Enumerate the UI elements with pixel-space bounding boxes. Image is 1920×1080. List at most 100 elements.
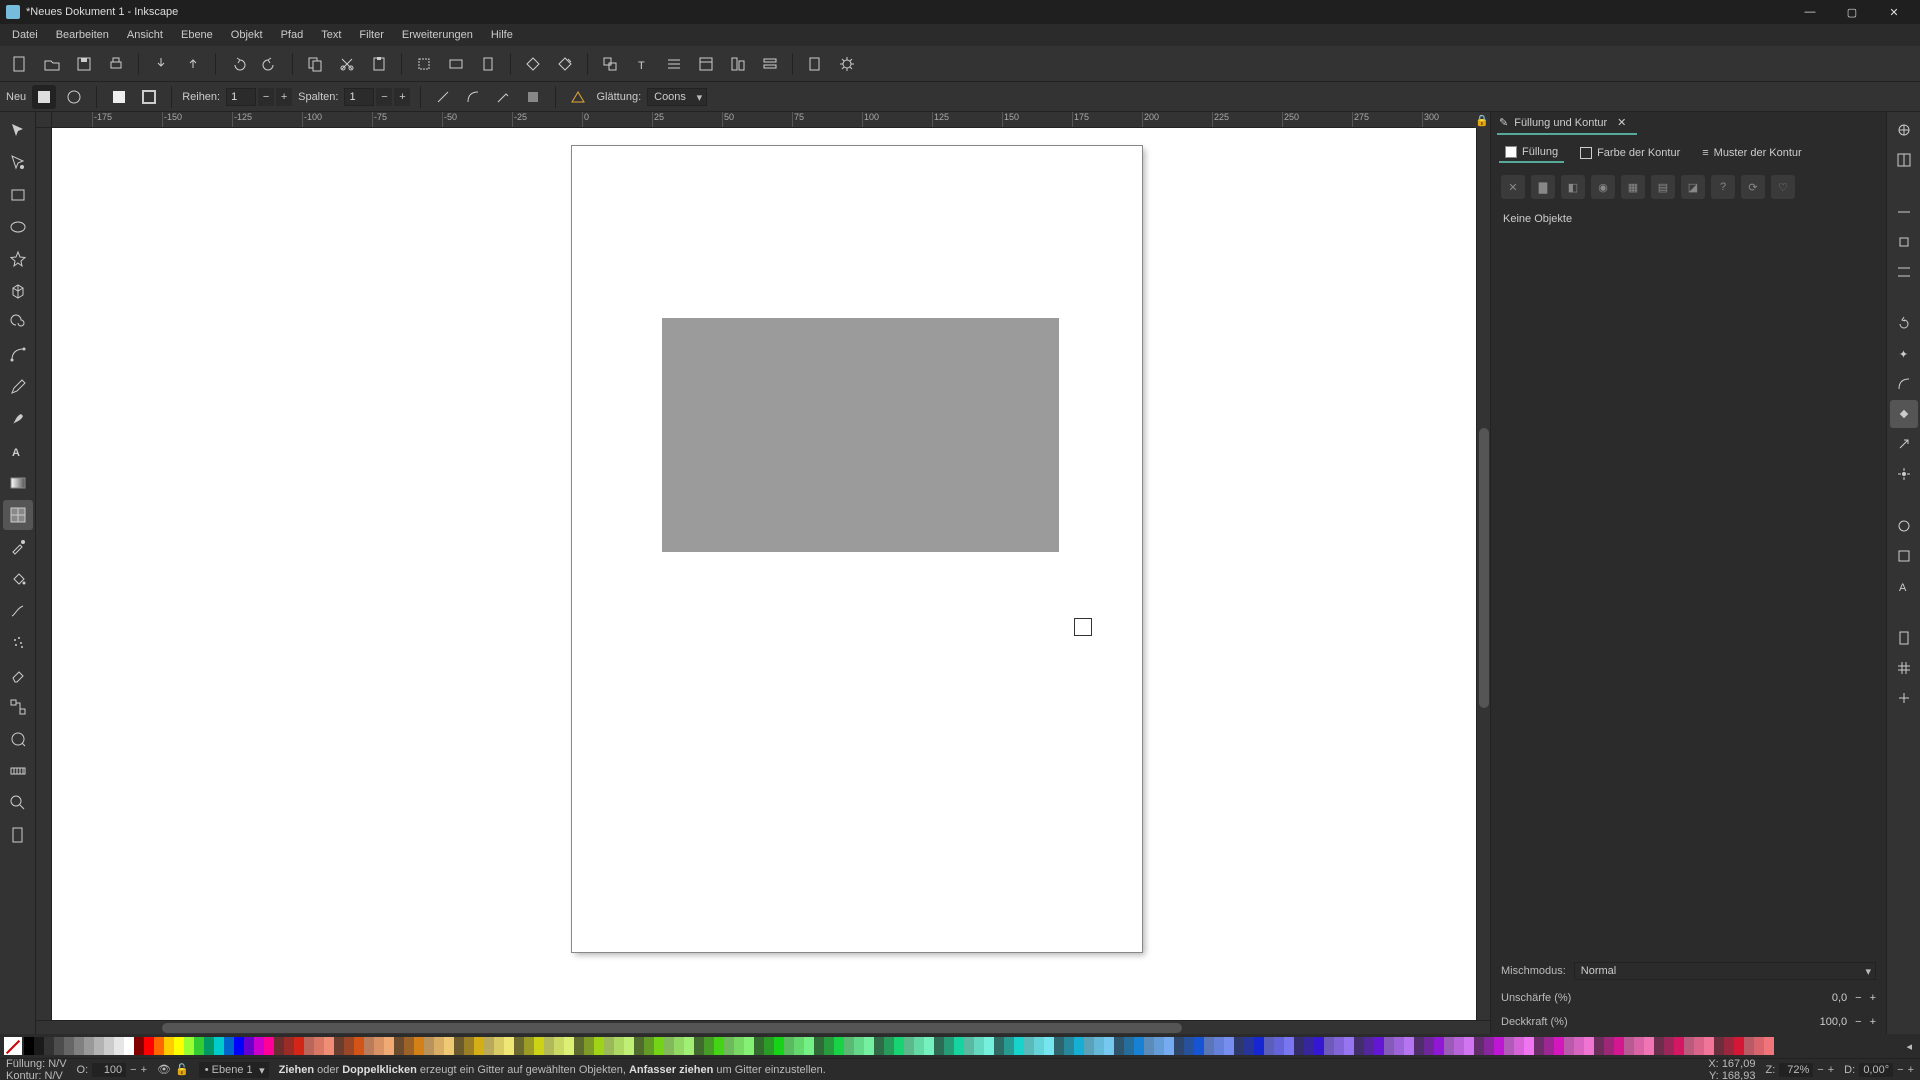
palette-swatch[interactable]: [704, 1037, 714, 1055]
status-opacity-plus[interactable]: +: [141, 1064, 147, 1076]
palette-swatch[interactable]: [464, 1037, 474, 1055]
menu-datei[interactable]: Datei: [4, 27, 46, 43]
palette-swatch[interactable]: [1054, 1037, 1064, 1055]
edit-curve-button[interactable]: [461, 85, 485, 109]
paint-unknown-button[interactable]: ?: [1711, 175, 1735, 199]
palette-swatch[interactable]: [1114, 1037, 1124, 1055]
palette-swatch[interactable]: [44, 1037, 54, 1055]
palette-swatch[interactable]: [984, 1037, 994, 1055]
undo-button[interactable]: [224, 50, 252, 78]
palette-swatch[interactable]: [1274, 1037, 1284, 1055]
palette-swatch[interactable]: [1064, 1037, 1074, 1055]
palette-swatch[interactable]: [844, 1037, 854, 1055]
palette-swatch[interactable]: [1564, 1037, 1574, 1055]
tool-eraser[interactable]: [3, 660, 33, 690]
palette-swatch[interactable]: [1074, 1037, 1084, 1055]
palette-swatch[interactable]: [1164, 1037, 1174, 1055]
status-opacity-value[interactable]: 100: [92, 1063, 126, 1077]
palette-swatch[interactable]: [1714, 1037, 1724, 1055]
mesh-type-square-button[interactable]: [32, 85, 56, 109]
strip-grid-button[interactable]: [1890, 654, 1918, 682]
strip-snap2-button[interactable]: [1890, 228, 1918, 256]
strip-star-snap-button[interactable]: ✦: [1890, 340, 1918, 368]
palette-swatch[interactable]: [544, 1037, 554, 1055]
palette-swatch[interactable]: [64, 1037, 74, 1055]
palette-swatch[interactable]: [484, 1037, 494, 1055]
tool-measure[interactable]: [3, 756, 33, 786]
palette-swatch[interactable]: [1334, 1037, 1344, 1055]
blur-minus[interactable]: −: [1855, 992, 1861, 1004]
palette-swatch[interactable]: [1014, 1037, 1024, 1055]
paste-button[interactable]: [365, 50, 393, 78]
selectors-button[interactable]: [756, 50, 784, 78]
save-button[interactable]: [70, 50, 98, 78]
paint-flat-button[interactable]: ▇: [1531, 175, 1555, 199]
duplicate-button[interactable]: [519, 50, 547, 78]
palette-swatch[interactable]: [1024, 1037, 1034, 1055]
palette-swatch[interactable]: [1244, 1037, 1254, 1055]
palette-swatch[interactable]: [1174, 1037, 1184, 1055]
palette-swatch[interactable]: [1314, 1037, 1324, 1055]
tool-spiral[interactable]: [3, 308, 33, 338]
palette-swatch[interactable]: [774, 1037, 784, 1055]
subtab-stroke-paint[interactable]: Farbe der Kontur: [1574, 143, 1686, 163]
palette-swatch[interactable]: [1694, 1037, 1704, 1055]
palette-swatch[interactable]: [754, 1037, 764, 1055]
palette-swatch[interactable]: [254, 1037, 264, 1055]
palette-swatch[interactable]: [354, 1037, 364, 1055]
palette-swatch[interactable]: [934, 1037, 944, 1055]
palette-swatch[interactable]: [1004, 1037, 1014, 1055]
palette-swatch[interactable]: [1614, 1037, 1624, 1055]
palette-swatch[interactable]: [1654, 1037, 1664, 1055]
menu-ebene[interactable]: Ebene: [173, 27, 221, 43]
paint-heart-button[interactable]: ♡: [1771, 175, 1795, 199]
preferences-button[interactable]: [833, 50, 861, 78]
mesh-stroke-button[interactable]: [137, 85, 161, 109]
cols-plus[interactable]: +: [394, 88, 410, 106]
tool-tweak[interactable]: [3, 596, 33, 626]
palette-swatch[interactable]: [1304, 1037, 1314, 1055]
palette-swatch[interactable]: [974, 1037, 984, 1055]
palette-swatch[interactable]: [834, 1037, 844, 1055]
blur-plus[interactable]: +: [1870, 992, 1876, 1004]
palette-swatch[interactable]: [294, 1037, 304, 1055]
cols-minus[interactable]: −: [376, 88, 392, 106]
palette-swatch[interactable]: [854, 1037, 864, 1055]
menu-erweiterungen[interactable]: Erweiterungen: [394, 27, 481, 43]
paint-linear-button[interactable]: ◧: [1561, 175, 1585, 199]
tool-pages[interactable]: [3, 820, 33, 850]
tool-bezier[interactable]: [3, 340, 33, 370]
palette-swatch[interactable]: [444, 1037, 454, 1055]
palette-swatch[interactable]: [1544, 1037, 1554, 1055]
palette-swatch[interactable]: [1374, 1037, 1384, 1055]
palette-swatch[interactable]: [1534, 1037, 1544, 1055]
palette-swatch[interactable]: [304, 1037, 314, 1055]
tool-calligraphy[interactable]: [3, 404, 33, 434]
maximize-button[interactable]: ▢: [1832, 2, 1872, 22]
palette-swatch[interactable]: [424, 1037, 434, 1055]
menu-filter[interactable]: Filter: [351, 27, 391, 43]
palette-swatch[interactable]: [944, 1037, 954, 1055]
rows-input[interactable]: [226, 88, 256, 106]
blur-value[interactable]: 0,0: [1797, 992, 1847, 1004]
palette-swatch[interactable]: [614, 1037, 624, 1055]
palette-menu-button[interactable]: ◂: [1902, 1040, 1916, 1053]
palette-swatch[interactable]: [894, 1037, 904, 1055]
palette-swatch[interactable]: [1094, 1037, 1104, 1055]
tool-mesh[interactable]: [3, 500, 33, 530]
new-doc-button[interactable]: [6, 50, 34, 78]
palette-swatch[interactable]: [694, 1037, 704, 1055]
palette-swatch[interactable]: [314, 1037, 324, 1055]
ruler-horizontal[interactable]: -175-150-125-100-75-50-25025507510012515…: [52, 112, 1474, 128]
smoothing-dropdown[interactable]: Coons: [647, 88, 707, 106]
palette-swatch[interactable]: [1384, 1037, 1394, 1055]
canvas-scrollbar-horizontal[interactable]: [36, 1020, 1490, 1034]
palette-swatch[interactable]: [204, 1037, 214, 1055]
palette-swatch[interactable]: [1704, 1037, 1714, 1055]
palette-swatch[interactable]: [244, 1037, 254, 1055]
palette-swatch[interactable]: [24, 1037, 34, 1055]
palette-swatch[interactable]: [34, 1037, 44, 1055]
palette-swatch[interactable]: [1674, 1037, 1684, 1055]
palette-swatch[interactable]: [1514, 1037, 1524, 1055]
palette-swatch[interactable]: [224, 1037, 234, 1055]
